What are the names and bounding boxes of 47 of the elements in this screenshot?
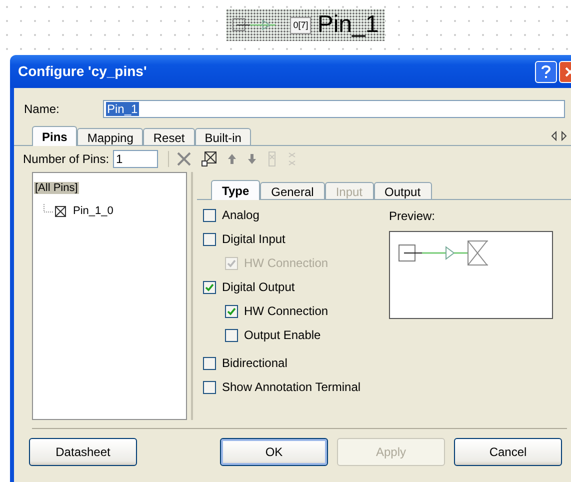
pin-name: Pin_1: [317, 11, 379, 39]
check-icon: [205, 282, 214, 292]
checkbox-label: Bidirectional: [222, 355, 288, 372]
tab[interactable]: Built-in: [194, 128, 252, 145]
up-arrow-icon[interactable]: [227, 153, 238, 165]
pin-component[interactable]: 0[7] Pin_1: [226, 9, 385, 41]
tab[interactable]: Mapping: [77, 128, 144, 145]
checkbox[interactable]: [203, 356, 216, 370]
crossed-box-icon[interactable]: [201, 151, 218, 167]
checkbox-label: Show Annotation Terminal: [222, 379, 361, 396]
name-field[interactable]: Pin_1: [103, 100, 565, 118]
scroll-arrows-icon[interactable]: [551, 131, 567, 141]
dialog-button[interactable]: Cancel: [454, 438, 562, 466]
tab[interactable]: Pins: [32, 126, 78, 146]
pin-count-label: Number of Pins:: [23, 151, 110, 168]
checkbox-label: Digital Input: [222, 231, 286, 248]
checkbox[interactable]: [203, 380, 216, 394]
window-title: Configure 'cy_pins': [18, 62, 148, 81]
down-arrow-icon[interactable]: [247, 153, 258, 165]
preview-label: Preview:: [389, 208, 436, 225]
checkbox[interactable]: [203, 280, 216, 294]
pin-count-field[interactable]: 1: [113, 150, 158, 168]
tab[interactable]: General: [260, 182, 325, 199]
checkbox[interactable]: [225, 304, 238, 318]
tab[interactable]: Output: [374, 182, 432, 199]
tab[interactable]: Reset: [143, 128, 195, 145]
checkbox-label: Analog: [222, 207, 260, 224]
checkbox-label: Output Enable: [244, 327, 321, 344]
check-icon: [227, 258, 236, 268]
name-label: Name:: [24, 101, 60, 118]
checkbox[interactable]: [203, 208, 216, 222]
help-button[interactable]: [535, 60, 557, 82]
pin-index-label: 0[7]: [290, 16, 312, 34]
tree-item[interactable]: Pin_1_0: [72, 203, 114, 220]
check-icon: [227, 306, 236, 316]
dialog-button[interactable]: OK: [220, 438, 328, 466]
tab[interactable]: Type: [211, 180, 260, 200]
help-icon: [541, 64, 551, 78]
crossed-box-icon: [55, 206, 66, 217]
checkbox-label: HW Connection: [244, 255, 328, 272]
dialog-button[interactable]: Datasheet: [29, 438, 137, 466]
checkbox[interactable]: [225, 328, 238, 342]
checkbox-label: Digital Output: [222, 279, 295, 296]
tree-item[interactable]: [All Pins]: [34, 182, 79, 194]
delete-icon[interactable]: [177, 152, 192, 166]
checkbox-label: HW Connection: [244, 303, 328, 320]
checkbox[interactable]: [203, 232, 216, 246]
